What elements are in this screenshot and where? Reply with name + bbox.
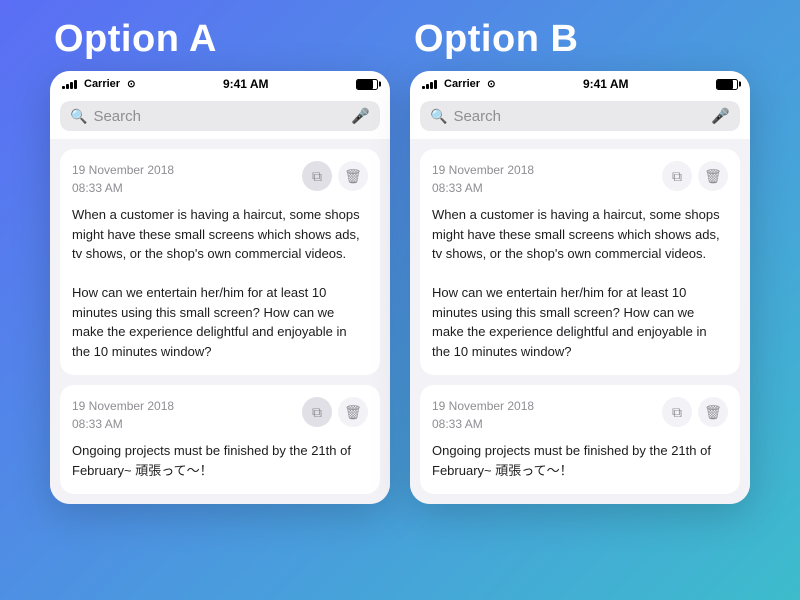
mic-icon: 🎤 — [711, 107, 730, 125]
status-left: Carrier ⊙ — [62, 78, 135, 90]
signal-bars — [62, 79, 77, 89]
card-b-2-date: 19 November 201808:33 AM — [432, 397, 534, 433]
option-a-status-bar: Carrier ⊙ 9:41 AM — [50, 71, 390, 95]
options-row: Option A Carrier ⊙ 9:41 AM 🔍 Search 🎤 19… — [0, 0, 800, 504]
card-a-1-delete-button[interactable]: 🗑 — [338, 161, 368, 191]
card-b-2: 19 November 201808:33 AM ⧉🗑 Ongoing projec… — [420, 385, 740, 494]
card-a-2: 19 November 201808:33 AM ⧉🗑 Ongoing projec… — [60, 385, 380, 494]
status-left: Carrier ⊙ — [422, 78, 495, 90]
card-a-1-header: 19 November 201808:33 AM ⧉🗑 — [72, 161, 368, 197]
option-b-title: Option B — [410, 18, 578, 61]
battery-icon — [716, 79, 738, 90]
option-a-phone-frame: Carrier ⊙ 9:41 AM 🔍 Search 🎤 19 November… — [50, 71, 390, 504]
card-b-1-text: When a customer is having a haircut, som… — [432, 205, 728, 361]
card-a-2-copy-button[interactable]: ⧉ — [302, 397, 332, 427]
status-time: 9:41 AM — [223, 77, 269, 91]
option-col-option-b: Option B Carrier ⊙ 9:41 AM 🔍 Search 🎤 19… — [410, 0, 750, 504]
card-a-1-text: When a customer is having a haircut, som… — [72, 205, 368, 361]
card-a-1: 19 November 201808:33 AM ⧉🗑 When a custome… — [60, 149, 380, 375]
option-a-content-area: 19 November 201808:33 AM⧉🗑When a custome… — [50, 139, 390, 504]
option-a-search-wrap: 🔍 Search 🎤 — [50, 95, 390, 139]
status-time: 9:41 AM — [583, 77, 629, 91]
card-b-1: 19 November 201808:33 AM ⧉🗑 When a custome… — [420, 149, 740, 375]
mic-icon: 🎤 — [351, 107, 370, 125]
wifi-icon: ⊙ — [487, 79, 495, 90]
card-a-2-header: 19 November 201808:33 AM ⧉🗑 — [72, 397, 368, 433]
battery-icon — [356, 79, 378, 90]
option-a-title: Option A — [50, 18, 217, 61]
option-col-option-a: Option A Carrier ⊙ 9:41 AM 🔍 Search 🎤 19… — [50, 0, 390, 504]
card-b-1-actions: ⧉🗑 — [662, 161, 728, 191]
search-icon: 🔍 — [430, 108, 447, 125]
status-right — [356, 79, 378, 90]
card-a-2-actions: ⧉🗑 — [302, 397, 368, 427]
option-b-phone-frame: Carrier ⊙ 9:41 AM 🔍 Search 🎤 19 November… — [410, 71, 750, 504]
carrier-label: Carrier — [444, 78, 480, 90]
wifi-icon: ⊙ — [127, 79, 135, 90]
option-b-search-wrap: 🔍 Search 🎤 — [410, 95, 750, 139]
card-b-1-date: 19 November 201808:33 AM — [432, 161, 534, 197]
search-icon: 🔍 — [70, 108, 87, 125]
card-b-2-text: Ongoing projects must be finished by the… — [432, 441, 728, 480]
signal-bars — [422, 79, 437, 89]
search-placeholder: Search — [93, 108, 345, 125]
card-b-1-delete-button[interactable]: 🗑 — [698, 161, 728, 191]
card-b-2-copy-button[interactable]: ⧉ — [662, 397, 692, 427]
option-b-search-bar[interactable]: 🔍 Search 🎤 — [420, 101, 740, 131]
option-b-status-bar: Carrier ⊙ 9:41 AM — [410, 71, 750, 95]
status-right — [716, 79, 738, 90]
card-a-1-copy-button[interactable]: ⧉ — [302, 161, 332, 191]
card-b-2-actions: ⧉🗑 — [662, 397, 728, 427]
card-b-2-delete-button[interactable]: 🗑 — [698, 397, 728, 427]
carrier-label: Carrier — [84, 78, 120, 90]
card-a-1-date: 19 November 201808:33 AM — [72, 161, 174, 197]
option-a-search-bar[interactable]: 🔍 Search 🎤 — [60, 101, 380, 131]
card-a-2-text: Ongoing projects must be finished by the… — [72, 441, 368, 480]
option-b-content-area: 19 November 201808:33 AM⧉🗑When a custome… — [410, 139, 750, 504]
card-a-2-delete-button[interactable]: 🗑 — [338, 397, 368, 427]
card-b-2-header: 19 November 201808:33 AM ⧉🗑 — [432, 397, 728, 433]
card-a-1-actions: ⧉🗑 — [302, 161, 368, 191]
card-b-1-copy-button[interactable]: ⧉ — [662, 161, 692, 191]
search-placeholder: Search — [453, 108, 705, 125]
card-a-2-date: 19 November 201808:33 AM — [72, 397, 174, 433]
card-b-1-header: 19 November 201808:33 AM ⧉🗑 — [432, 161, 728, 197]
